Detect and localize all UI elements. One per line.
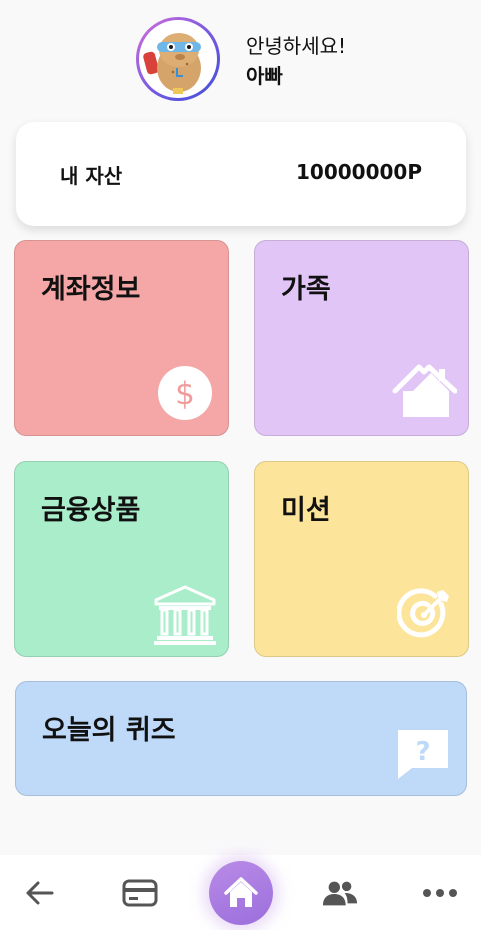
- avatar-image: [139, 20, 217, 98]
- tile-title: 오늘의 퀴즈: [42, 715, 176, 746]
- more-icon: [423, 889, 457, 897]
- home-icon: [224, 877, 258, 907]
- tile-title: 가족: [281, 274, 331, 305]
- asset-label: 내 자산: [60, 164, 123, 188]
- svg-text:?: ?: [415, 737, 430, 767]
- tile-title: 계좌정보: [41, 274, 141, 305]
- card-icon: [122, 879, 158, 907]
- back-arrow-icon: [26, 881, 54, 905]
- nav-back[interactable]: [22, 875, 58, 911]
- tile-account-info[interactable]: 계좌정보 $: [14, 240, 229, 436]
- character-icon: [143, 33, 201, 94]
- users-icon: [322, 881, 358, 906]
- username-text: 아빠: [246, 64, 283, 88]
- tile-title: 금융상품: [41, 495, 141, 526]
- question-bubble-icon: ?: [396, 728, 450, 784]
- nav-more[interactable]: [422, 875, 458, 911]
- nav-card[interactable]: [122, 875, 158, 911]
- tile-finance-products[interactable]: 금융상품: [14, 461, 229, 657]
- house-icon: [391, 361, 458, 425]
- tile-today-quiz[interactable]: 오늘의 퀴즈 ?: [15, 681, 467, 796]
- asset-card: 내 자산 10000000P: [16, 122, 466, 226]
- tile-mission[interactable]: 미션: [254, 461, 469, 657]
- dollar-coin-icon: $: [157, 365, 213, 425]
- bottom-nav: [0, 855, 481, 930]
- tile-title: 미션: [281, 495, 331, 526]
- asset-value: 10000000P: [296, 160, 422, 184]
- target-icon: [396, 586, 453, 646]
- nav-home[interactable]: [209, 861, 273, 925]
- tile-family[interactable]: 가족: [254, 240, 469, 436]
- avatar[interactable]: [136, 17, 220, 101]
- svg-text:$: $: [175, 376, 195, 412]
- greeting-text: 안녕하세요!: [246, 34, 347, 58]
- bank-building-icon: [153, 584, 217, 650]
- nav-users[interactable]: [322, 875, 358, 911]
- profile-header: 안녕하세요! 아빠: [0, 0, 481, 110]
